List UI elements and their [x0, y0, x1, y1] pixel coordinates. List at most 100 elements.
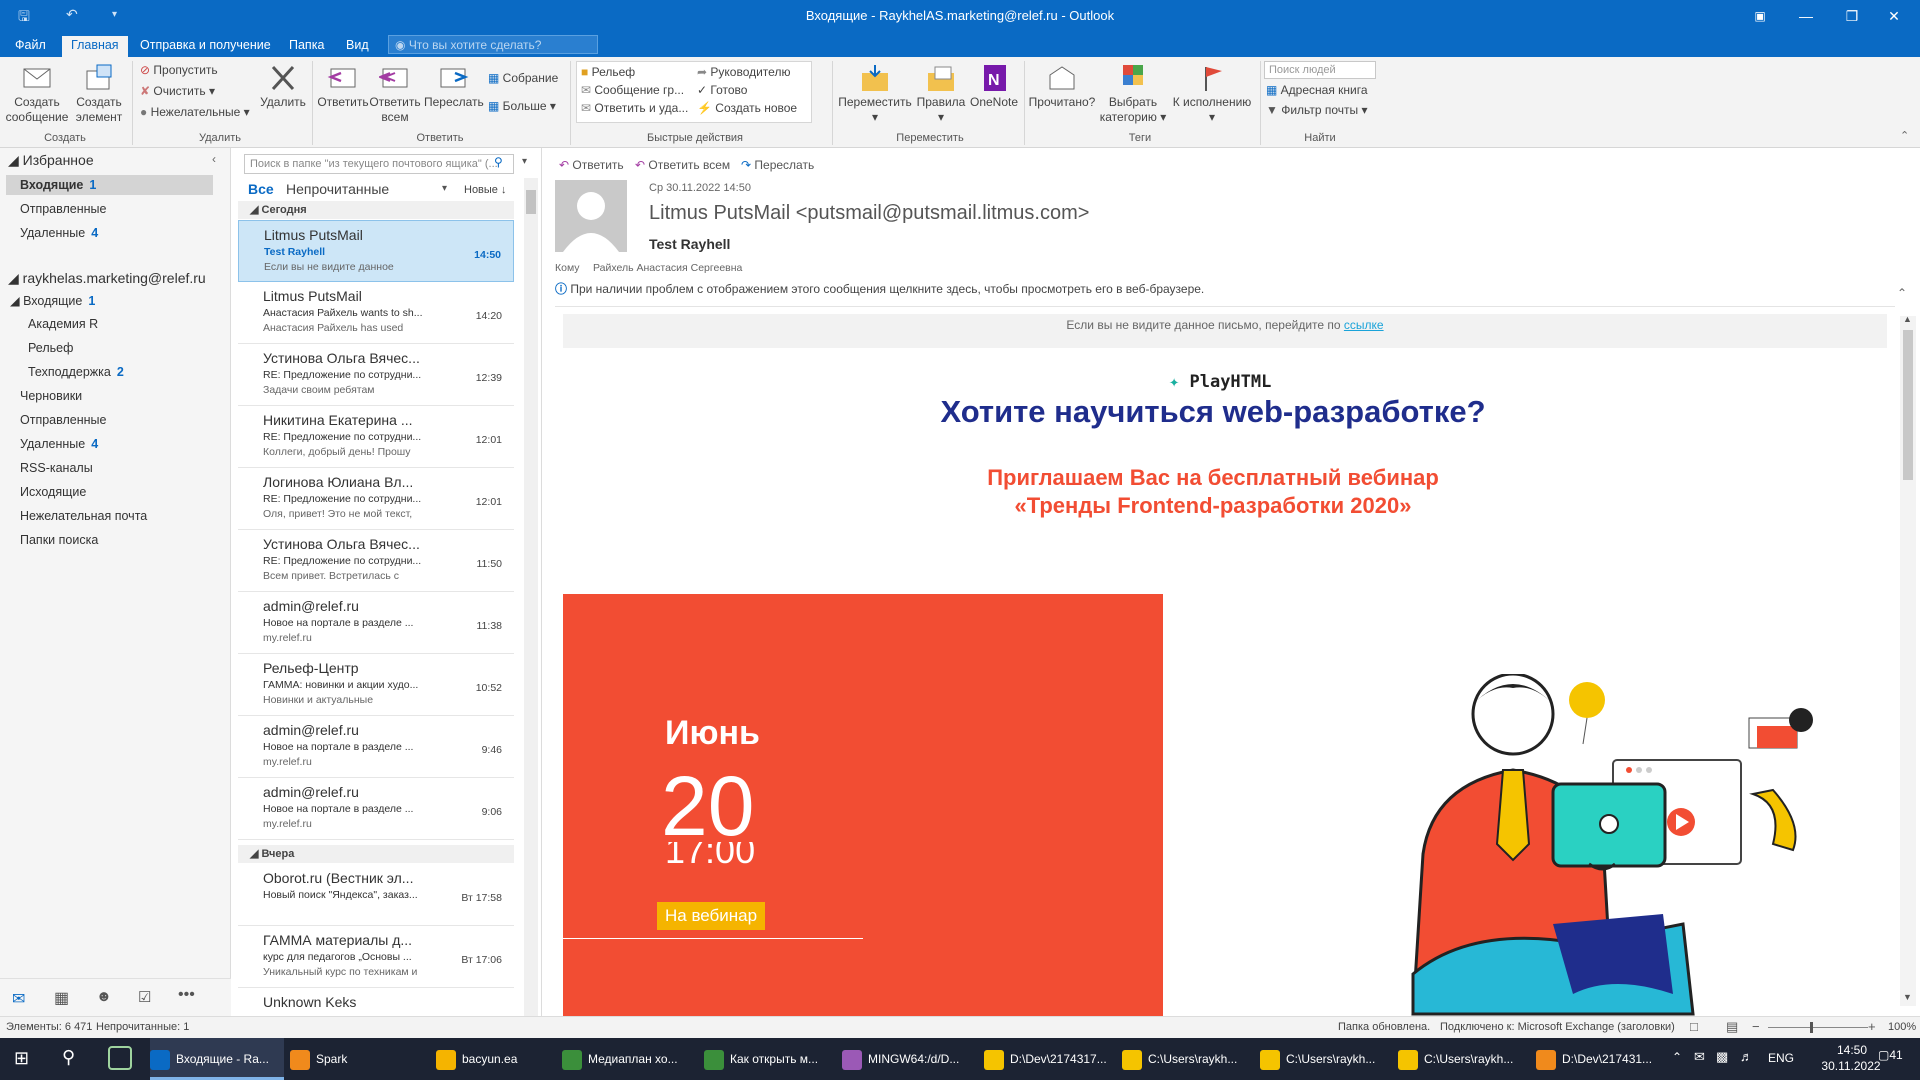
reply-all-action[interactable]: ↶ Ответить всем: [635, 158, 730, 172]
quick-step-manager[interactable]: ➦ Руководителю: [697, 65, 790, 79]
follow-up-button[interactable]: К исполнению ▾: [1168, 63, 1256, 125]
clean-up-button[interactable]: ✘ Очистить ▾: [140, 84, 215, 98]
app-icon[interactable]: [108, 1046, 132, 1070]
reading-pane-scrollbar[interactable]: ▲ ▼: [1900, 314, 1916, 1006]
view-in-browser-link[interactable]: ссылке: [1344, 318, 1384, 332]
forward-button[interactable]: Переслать: [424, 63, 484, 110]
zoom-out-icon[interactable]: −: [1752, 1019, 1760, 1034]
filter-all[interactable]: Все: [248, 181, 274, 197]
quick-step-relef[interactable]: ■ Рельеф: [581, 65, 635, 79]
start-windows-icon[interactable]: ⊞: [14, 1048, 29, 1069]
favorites-deleted[interactable]: Удаленные 4: [20, 226, 98, 240]
forward-action[interactable]: ↷ Переслать: [741, 158, 814, 172]
reply-all-button[interactable]: Ответить всем: [368, 63, 422, 125]
tab-home[interactable]: Главная: [62, 36, 128, 57]
list-item[interactable]: ГАММА материалы д... курс для педагогов „…: [238, 926, 514, 988]
info-bar[interactable]: ⓘ При наличии проблем с отображением это…: [555, 280, 1204, 297]
tray-chevron-icon[interactable]: ⌃: [1672, 1050, 1682, 1064]
collapse-ribbon-icon[interactable]: ⌃: [1900, 129, 1909, 142]
tasks-icon[interactable]: ☑: [138, 988, 151, 1006]
onenote-button[interactable]: N OneNote: [966, 63, 1022, 110]
ignore-button[interactable]: ⊘ Пропустить: [140, 63, 218, 77]
search-scope-dropdown[interactable]: ▾: [522, 156, 527, 167]
quick-step-create-new[interactable]: ⚡ Создать новое: [697, 101, 797, 115]
more-apps-icon[interactable]: •••: [178, 986, 195, 1004]
taskbar-app[interactable]: D:\Dev\2174317...: [984, 1038, 1118, 1080]
folder-sent[interactable]: Отправленные: [20, 413, 106, 427]
list-item[interactable]: Устинова Ольга Вячес... RE: Предложение п…: [238, 530, 514, 592]
group-header-yesterday[interactable]: ◢ Вчера: [238, 845, 514, 863]
folder-academy-r[interactable]: Академия R: [28, 317, 98, 331]
quick-step-done[interactable]: ✓ Готово: [697, 83, 747, 97]
language-indicator[interactable]: ENG: [1768, 1051, 1794, 1065]
more-respond-button[interactable]: ▦ Больше ▾: [488, 99, 556, 113]
delete-button[interactable]: Удалить: [258, 63, 308, 110]
notification-center[interactable]: ▢41: [1878, 1048, 1903, 1062]
folder-rss[interactable]: RSS-каналы: [20, 461, 93, 475]
folder-outbox[interactable]: Исходящие: [20, 485, 86, 499]
sort-order[interactable]: Новые ↓: [464, 184, 507, 196]
ribbon-display-options-icon[interactable]: ▣: [1740, 4, 1780, 28]
reply-button[interactable]: Ответить: [316, 63, 370, 110]
clock-time[interactable]: 14:50: [1822, 1043, 1882, 1057]
tab-send-receive[interactable]: Отправка и получение: [131, 36, 280, 57]
rules-button[interactable]: Правила ▾: [912, 63, 970, 125]
filter-email-button[interactable]: ▼ Фильтр почты ▾: [1266, 103, 1368, 117]
quick-step-team[interactable]: ✉ Сообщение гр...: [581, 83, 684, 97]
zoom-slider-thumb[interactable]: [1810, 1022, 1813, 1033]
folder-junk[interactable]: Нежелательная почта: [20, 509, 147, 523]
taskbar-app[interactable]: Медиаплан хо...: [562, 1038, 696, 1080]
zoom-level[interactable]: 100%: [1888, 1021, 1916, 1033]
taskbar-app[interactable]: bacyun.ea: [436, 1038, 570, 1080]
scroll-up-icon[interactable]: ▲: [1903, 314, 1912, 324]
zoom-in-icon[interactable]: +: [1868, 1019, 1876, 1034]
new-items-button[interactable]: Создать элемент: [68, 63, 130, 125]
tab-view[interactable]: Вид: [337, 36, 378, 57]
zoom-slider[interactable]: [1768, 1027, 1868, 1028]
message-list-scrollbar[interactable]: [524, 178, 538, 1016]
search-taskbar-icon[interactable]: ⚲: [62, 1047, 75, 1068]
move-button[interactable]: Переместить ▾: [836, 63, 914, 125]
list-item[interactable]: admin@relef.ru Новое на портале в разделе…: [238, 778, 514, 840]
favorites-sent[interactable]: Отправленные: [20, 202, 106, 216]
list-item[interactable]: admin@relef.ru Новое на портале в разделе…: [238, 716, 514, 778]
close-button[interactable]: ✕: [1874, 4, 1914, 28]
taskbar-app[interactable]: C:\Users\raykh...: [1260, 1038, 1394, 1080]
favorites-inbox[interactable]: Входящие 1: [20, 178, 96, 192]
list-item[interactable]: Рельеф-Центр ГАММА: новинки и акции худо.…: [238, 654, 514, 716]
taskbar-app[interactable]: Spark: [290, 1038, 424, 1080]
mail-icon[interactable]: ✉: [12, 989, 25, 1009]
scrollbar-thumb[interactable]: [1903, 330, 1913, 480]
tray-network-icon[interactable]: ▩: [1716, 1049, 1728, 1065]
search-people-input[interactable]: Поиск людей: [1264, 61, 1376, 79]
scroll-down-icon[interactable]: ▼: [1903, 992, 1912, 1002]
collapse-pane-icon[interactable]: ‹: [212, 152, 216, 166]
list-item[interactable]: Никитина Екатерина ... RE: Предложение по…: [238, 406, 514, 468]
scrollbar-thumb[interactable]: [526, 190, 536, 214]
tray-mail-icon[interactable]: ✉: [1694, 1049, 1705, 1065]
people-icon[interactable]: ☻: [96, 988, 112, 1005]
taskbar-app[interactable]: Как открыть м...: [704, 1038, 838, 1080]
folder-deleted[interactable]: Удаленные 4: [20, 437, 98, 451]
filter-unread[interactable]: Непрочитанные: [286, 181, 389, 197]
folder-relef[interactable]: Рельеф: [28, 341, 73, 355]
categorize-button[interactable]: Выбрать категорию ▾: [1096, 63, 1170, 125]
folder-search-folders[interactable]: Папки поиска: [20, 533, 98, 547]
tab-folder[interactable]: Папка: [280, 36, 333, 57]
taskbar-app[interactable]: C:\Users\raykh...: [1398, 1038, 1532, 1080]
quick-step-reply-delete[interactable]: ✉ Ответить и уда...: [581, 101, 688, 115]
list-item[interactable]: Litmus PutsMail Анастасия Райхель wants t…: [238, 282, 514, 344]
search-icon[interactable]: ⚲: [494, 155, 503, 169]
sender-name[interactable]: Litmus PutsMail <putsmail@putsmail.litmu…: [649, 202, 1089, 225]
tab-file[interactable]: Файл: [6, 36, 55, 57]
restore-button[interactable]: ❐: [1832, 4, 1872, 28]
taskbar-app[interactable]: Входящие - Ra...: [150, 1038, 284, 1080]
account-header[interactable]: ◢ raykhelas.marketing@relef.ru: [8, 270, 206, 287]
calendar-icon[interactable]: ▦: [54, 988, 69, 1008]
address-book-button[interactable]: ▦ Адресная книга: [1266, 83, 1368, 97]
group-header-today[interactable]: ◢ Сегодня: [238, 201, 514, 219]
unread-read-button[interactable]: Прочитано?: [1026, 63, 1098, 110]
meeting-button[interactable]: ▦ Собрание: [488, 71, 558, 85]
reply-action[interactable]: ↶ Ответить: [559, 158, 624, 172]
junk-button[interactable]: ● Нежелательные ▾: [140, 105, 250, 119]
